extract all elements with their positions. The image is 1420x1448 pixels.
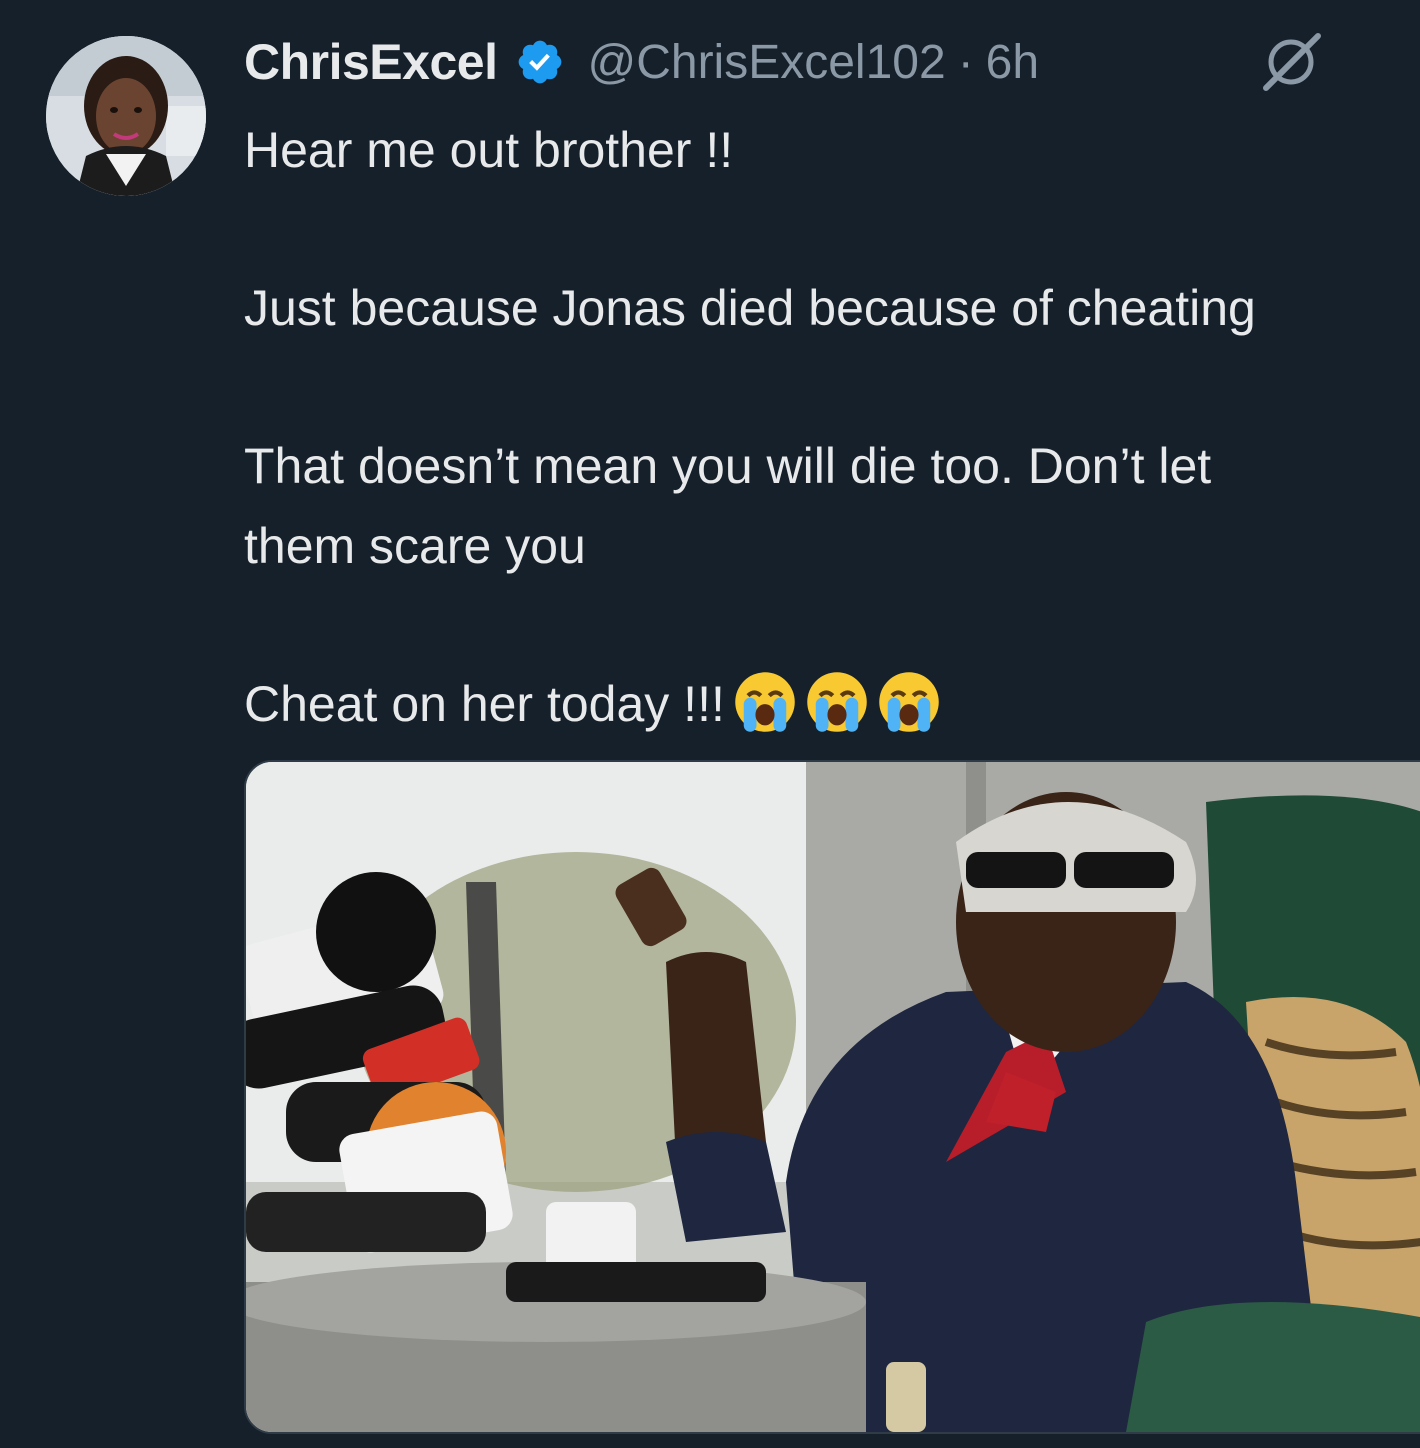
loudly-crying-face-icon: [803, 668, 871, 736]
loudly-crying-face-icon: [875, 668, 943, 736]
avatar[interactable]: [46, 36, 206, 196]
avatar-image: [46, 36, 206, 196]
tweet-line: That doesn’t mean you will die too. Don’…: [244, 438, 1212, 494]
verified-badge-icon: [515, 37, 565, 87]
emoji-group: [731, 668, 943, 736]
tweet-line: Hear me out brother !!: [244, 122, 734, 178]
press-conference-photo: [246, 762, 1420, 1432]
loudly-crying-face-icon: [731, 668, 799, 736]
tweet-text: Hear me out brother !! Just because Jona…: [244, 110, 1420, 744]
tweet-card[interactable]: ChrisExcel @ChrisExcel102 · 6h Hear me o…: [0, 0, 1420, 1448]
separator-dot: ·: [957, 35, 974, 89]
timestamp[interactable]: 6h: [986, 35, 1039, 90]
tweet-line: them scare you: [244, 518, 586, 574]
author-name[interactable]: ChrisExcel: [244, 33, 498, 91]
tweet-line: Cheat on her today !!!: [244, 676, 725, 732]
author-handle[interactable]: @ChrisExcel102: [587, 35, 945, 90]
tweet-header: ChrisExcel @ChrisExcel102 · 6h: [244, 30, 1039, 94]
grok-icon[interactable]: [1256, 30, 1326, 94]
tweet-line-last: Cheat on her today !!!: [244, 664, 1420, 744]
tweet-line: Just because Jonas died because of cheat…: [244, 280, 1256, 336]
tweet-media-photo[interactable]: [244, 760, 1420, 1434]
